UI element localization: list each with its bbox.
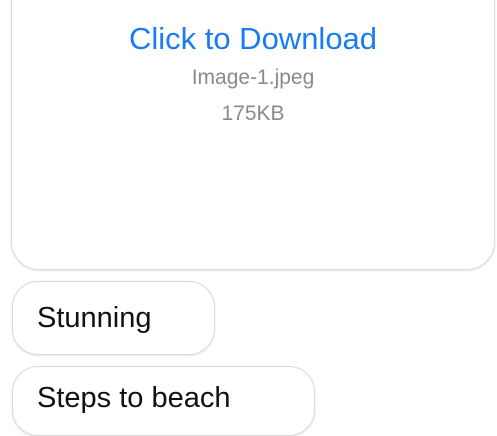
file-size: 175KB	[221, 102, 285, 125]
attachment-card[interactable]: Click to Download Image-1.jpeg 175KB	[11, 0, 495, 270]
message-bubble-steps-to-beach[interactable]: Steps to beach	[12, 366, 315, 436]
download-link[interactable]: Click to Download	[12, 21, 494, 57]
message-bubble-stunning[interactable]: Stunning	[12, 281, 215, 355]
file-name: Image-1.jpeg	[191, 66, 315, 89]
